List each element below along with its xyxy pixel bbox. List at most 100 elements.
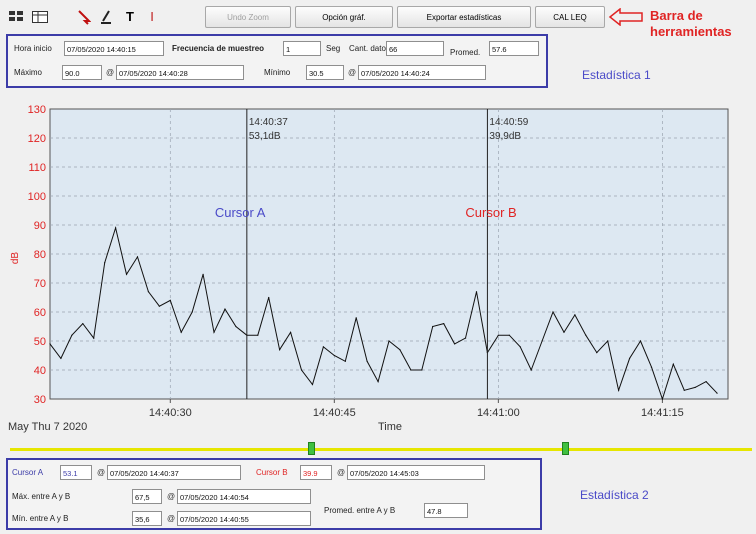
- data-point: [169, 299, 171, 301]
- arrow-pointer-icon[interactable]: [74, 6, 94, 28]
- data-point: [82, 323, 84, 325]
- min-label: Mínimo: [264, 68, 291, 77]
- data-point: [607, 340, 609, 342]
- max-time-field[interactable]: 07/05/2020 14:40:28: [116, 65, 244, 80]
- data-count-field[interactable]: 66: [386, 41, 444, 56]
- min-value-field[interactable]: 30.5: [306, 65, 344, 80]
- max-ab-time-field[interactable]: 07/05/2020 14:40:54: [177, 489, 311, 504]
- y-tick-label: 70: [34, 278, 46, 290]
- data-point: [596, 352, 598, 354]
- x-axis-ticks: 14:40:30 14:40:45 14:41:00 14:41:15: [149, 399, 684, 419]
- max-label: Máximo: [14, 68, 43, 77]
- y-tick-label: 80: [34, 249, 46, 261]
- data-point: [180, 331, 182, 333]
- min-ab-label: Mín. entre A y B: [12, 514, 69, 523]
- data-point: [115, 227, 117, 229]
- cursor-a-time-field[interactable]: 07/05/2020 14:40:37: [107, 465, 241, 480]
- data-point: [191, 311, 193, 313]
- at-symbol: @: [337, 468, 346, 477]
- average-field[interactable]: 57.6: [489, 41, 539, 56]
- start-time-field[interactable]: 07/05/2020 14:40:15: [64, 41, 164, 56]
- data-point: [60, 357, 62, 359]
- data-point: [322, 346, 324, 348]
- at-symbol: @: [106, 68, 115, 77]
- data-point: [344, 360, 346, 362]
- data-point: [410, 369, 412, 371]
- data-point: [650, 366, 653, 368]
- y-tick-label: 120: [28, 133, 46, 145]
- slider-track: [10, 448, 752, 451]
- min-time-field[interactable]: 07/05/2020 14:40:24: [358, 65, 486, 80]
- max-ab-value-field[interactable]: 67,5: [132, 489, 162, 504]
- data-count-label: Cant. datos: [349, 44, 390, 53]
- y-tick-label: 130: [28, 104, 46, 116]
- y-tick-label: 100: [28, 191, 46, 203]
- data-point: [454, 343, 456, 345]
- slider-handle-b[interactable]: [562, 442, 569, 455]
- range-slider[interactable]: [6, 440, 752, 458]
- sample-rate-unit: Seg: [326, 44, 341, 53]
- data-point: [399, 349, 401, 351]
- data-point: [136, 256, 139, 258]
- data-point: [432, 325, 434, 328]
- data-point: [661, 398, 663, 400]
- cursor-tool-icon[interactable]: [96, 6, 116, 28]
- annotation-arrow-icon: [608, 8, 643, 26]
- y-axis-ticks: 30 40 50 60 70 80 90 100 110 120 130: [28, 104, 46, 406]
- data-point: [705, 381, 707, 383]
- average-label: Promed.: [450, 48, 481, 57]
- cursor-b-label: Cursor B: [256, 468, 288, 477]
- text-tool-icon[interactable]: T: [120, 6, 140, 28]
- data-point: [147, 291, 150, 293]
- x-tick-label: 14:41:00: [477, 407, 520, 419]
- data-point: [683, 389, 685, 391]
- data-point: [497, 334, 499, 336]
- data-point: [464, 337, 467, 339]
- toolbar: T I Undo Zoom Opción gráf. Exportar esta…: [0, 0, 756, 39]
- table-icon[interactable]: [30, 6, 50, 28]
- data-point: [443, 323, 445, 325]
- graph-options-button[interactable]: Opción gráf.: [295, 6, 393, 28]
- cursor-time-label: 14:40:37: [249, 117, 288, 128]
- data-point: [628, 357, 631, 359]
- at-symbol: @: [167, 492, 176, 501]
- export-stats-button[interactable]: Exportar estadísticas: [397, 6, 531, 28]
- cursor-b-time-field[interactable]: 07/05/2020 14:45:03: [347, 465, 485, 480]
- grid-toggle-icon[interactable]: [6, 6, 26, 28]
- data-point: [421, 369, 423, 371]
- data-point: [158, 305, 160, 307]
- min-ab-time-field[interactable]: 07/05/2020 14:40:55: [177, 511, 311, 526]
- sample-rate-field[interactable]: 1: [283, 41, 321, 56]
- data-point: [213, 331, 215, 333]
- avg-ab-value-field[interactable]: 47.8: [424, 503, 468, 518]
- data-point: [475, 291, 478, 293]
- data-point: [618, 389, 620, 391]
- cal-leq-button[interactable]: CAL LEQ: [535, 6, 605, 28]
- marker-tool-icon[interactable]: I: [142, 6, 162, 28]
- data-point: [639, 340, 642, 342]
- max-value-field[interactable]: 90.0: [62, 65, 102, 80]
- sample-rate-label: Frecuencia de muestreo: [172, 44, 265, 53]
- data-point: [585, 334, 587, 336]
- data-point: [508, 334, 510, 336]
- data-point: [377, 381, 379, 383]
- x-tick-label: 14:40:45: [313, 407, 356, 419]
- data-point: [268, 296, 270, 299]
- data-point: [311, 383, 314, 386]
- cursor-name-label: Cursor A: [215, 205, 266, 220]
- data-point: [672, 363, 674, 365]
- time-series-chart[interactable]: 30405060708090100110120130 14:40:30 14:40…: [0, 96, 756, 438]
- x-axis-label: Time: [378, 421, 402, 433]
- slider-handle-a[interactable]: [308, 442, 315, 455]
- cursor-value-label: 53,1dB: [249, 131, 281, 142]
- data-point: [574, 314, 576, 316]
- cursor-a-value-field[interactable]: 53.1: [60, 465, 92, 480]
- undo-zoom-button[interactable]: Undo Zoom: [205, 6, 291, 28]
- data-point: [552, 311, 554, 313]
- y-axis-label: dB: [10, 252, 21, 265]
- min-ab-value-field[interactable]: 35,6: [132, 511, 162, 526]
- stats2-panel: Cursor A 53.1 @ 07/05/2020 14:40:37 Curs…: [6, 458, 542, 530]
- cursor-b-value-field[interactable]: 39.9: [300, 465, 332, 480]
- stats1-annotation: Estadística 1: [582, 68, 651, 82]
- data-point: [541, 340, 543, 342]
